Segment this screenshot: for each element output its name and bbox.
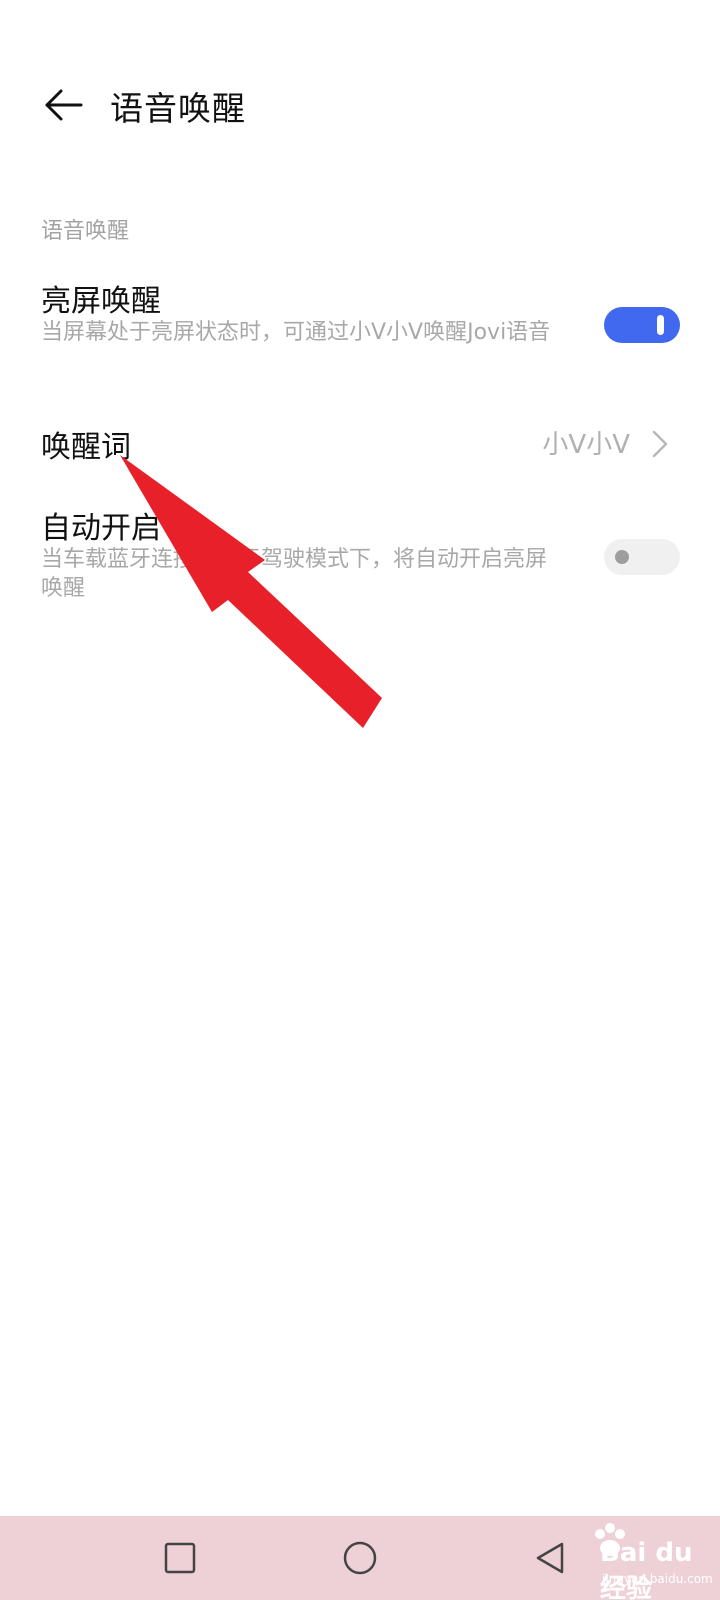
recent-apps-button[interactable] — [130, 1516, 230, 1600]
header: 语音唤醒 — [0, 70, 720, 140]
auto-enable-toggle[interactable] — [604, 539, 680, 575]
toggle-knob — [615, 550, 629, 564]
back-button[interactable] — [38, 80, 88, 130]
setting-title: 自动开启 — [41, 511, 161, 546]
setting-row-auto-enable[interactable]: 自动开启 当车载蓝牙连接或处于驾驶模式下，将自动开启亮屏唤醒 — [0, 497, 720, 607]
watermark: Bai du 经验 jingyan.baidu.com — [560, 1520, 720, 1600]
setting-description: 当车载蓝牙连接或处于驾驶模式下，将自动开启亮屏唤醒 — [41, 547, 548, 601]
screen: 语音唤醒 语音唤醒 亮屏唤醒 当屏幕处于亮屏状态时，可通过小V小V唤醒Jovi语… — [0, 0, 720, 1600]
setting-title: 唤醒词 — [41, 430, 131, 465]
setting-row-wake-word[interactable]: 唤醒词 小V小V — [0, 410, 720, 480]
page-title: 语音唤醒 — [110, 89, 246, 128]
toggle-knob — [657, 315, 664, 335]
section-label: 语音唤醒 — [41, 219, 130, 244]
setting-title: 亮屏唤醒 — [41, 284, 161, 319]
home-button[interactable] — [310, 1516, 410, 1600]
arrow-left-icon — [45, 89, 83, 121]
setting-description: 当屏幕处于亮屏状态时，可通过小V小V唤醒Jovi语音 — [41, 320, 551, 345]
square-icon — [164, 1542, 196, 1574]
setting-row-screen-wake[interactable]: 亮屏唤醒 当屏幕处于亮屏状态时，可通过小V小V唤醒Jovi语音 — [0, 270, 720, 380]
chevron-right-icon — [652, 430, 668, 458]
circle-icon — [343, 1541, 377, 1575]
watermark-site: jingyan.baidu.com — [602, 1572, 713, 1586]
wake-word-value: 小V小V — [542, 430, 630, 460]
screen-wake-toggle[interactable] — [604, 307, 680, 343]
watermark-brand: Bai du 经验 — [600, 1538, 693, 1600]
